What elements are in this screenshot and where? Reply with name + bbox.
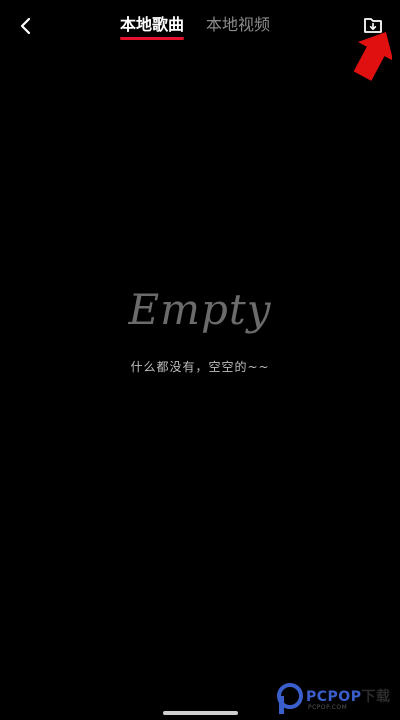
- pcpop-logo-icon: [277, 683, 303, 714]
- back-button[interactable]: [12, 12, 40, 40]
- chevron-left-icon: [20, 17, 31, 35]
- watermark-sub: PCPOP.COM: [308, 704, 348, 711]
- watermark-brand: PCPOP下载: [306, 686, 390, 706]
- active-tab-underline: [120, 37, 185, 40]
- watermark-brand-name: PCPOP: [306, 689, 362, 705]
- watermark-brand-suffix: 下载: [361, 689, 391, 705]
- tab-label: 本地歌曲: [120, 15, 185, 34]
- red-arrow-icon: [353, 31, 392, 81]
- tab-label: 本地视频: [206, 15, 271, 34]
- watermark: PCPOP下载 PCPOP.COM: [276, 682, 400, 718]
- empty-title: Empty: [128, 285, 272, 334]
- empty-message: 什么都没有，空空的~~: [130, 360, 270, 374]
- tab-local-songs[interactable]: 本地歌曲: [120, 14, 185, 40]
- home-indicator[interactable]: [163, 711, 238, 715]
- tab-local-videos[interactable]: 本地视频: [206, 14, 270, 36]
- tab-bar: 本地歌曲 本地视频: [120, 14, 270, 40]
- empty-state: Empty 什么都没有，空空的~~: [0, 280, 400, 375]
